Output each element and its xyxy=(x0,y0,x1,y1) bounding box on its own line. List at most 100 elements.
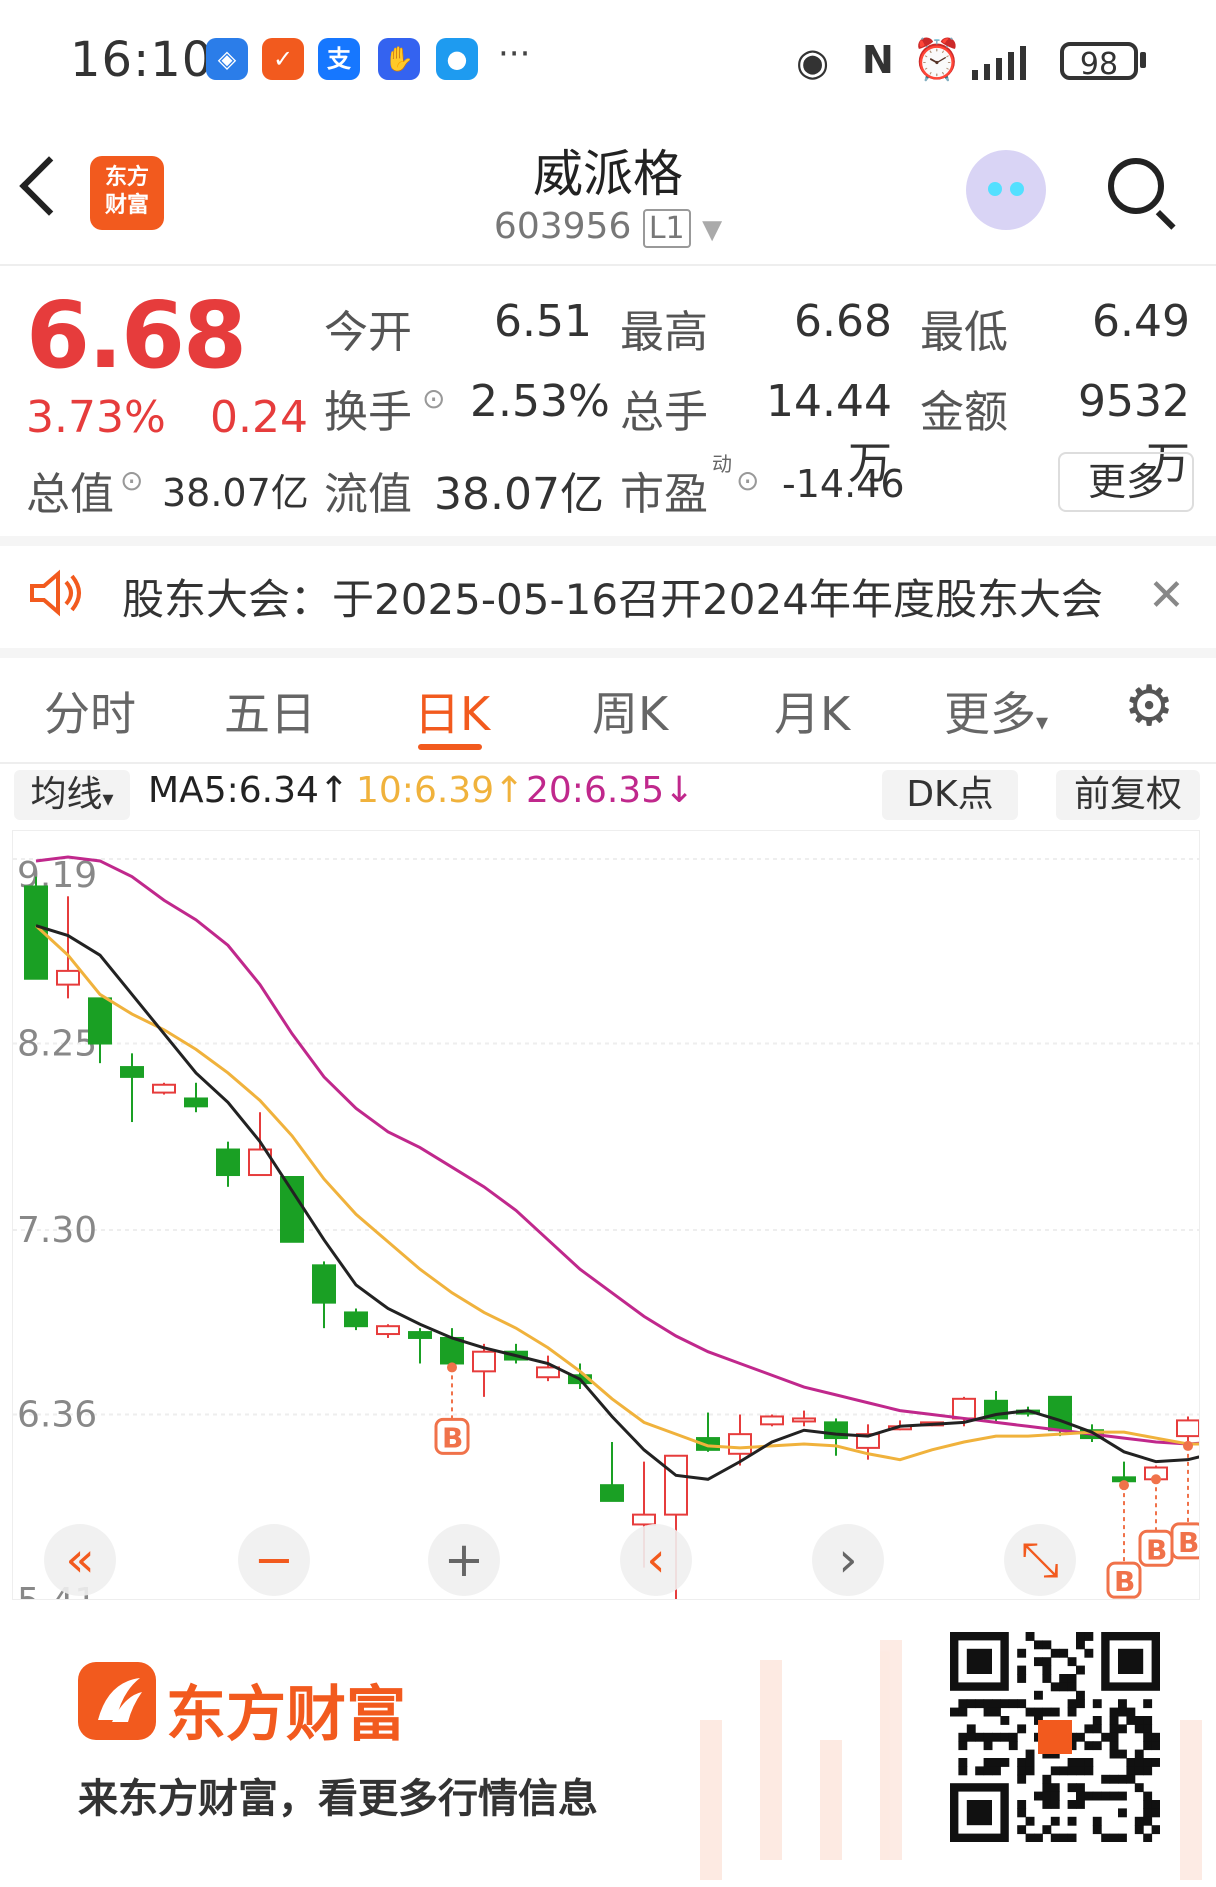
candle-body xyxy=(120,1066,144,1078)
ma10-line xyxy=(34,924,1199,1462)
scroll-left-button[interactable]: ‹ xyxy=(620,1524,692,1596)
candle-body xyxy=(88,997,112,1045)
info-icon[interactable]: ⊙ xyxy=(422,382,445,415)
candle-body xyxy=(1176,1419,1199,1438)
candle-body xyxy=(632,1513,656,1526)
candle-body xyxy=(344,1311,368,1328)
pe-dynamic-sup: 动 xyxy=(712,452,732,476)
tab-daily-k[interactable]: 日K xyxy=(414,678,490,744)
candle-body xyxy=(376,1325,400,1336)
candle-body xyxy=(280,1176,304,1243)
level-badge: L1 xyxy=(642,209,691,248)
high-value: 6.68 xyxy=(794,296,892,347)
candle-body xyxy=(728,1433,752,1455)
more-button[interactable]: 更多 xyxy=(1058,452,1194,512)
buy-signal-label: B xyxy=(1178,1526,1199,1559)
ma-select-label: 均线 xyxy=(30,774,103,815)
candle-body xyxy=(312,1264,336,1304)
float-value: 38.07亿 xyxy=(434,469,604,520)
candle-body xyxy=(216,1148,240,1177)
fullscreen-button[interactable]: ⤡ xyxy=(1004,1524,1076,1596)
signal-icon xyxy=(972,44,1042,84)
change-percent: 3.73% xyxy=(26,392,166,443)
active-tab-indicator xyxy=(418,744,482,750)
candle-body xyxy=(792,1417,816,1423)
buy-signal-label: B xyxy=(1114,1565,1135,1598)
tab-more[interactable]: 更多▾ xyxy=(944,678,1048,744)
change-amount: 0.24 xyxy=(210,392,308,443)
adjust-button[interactable]: 前复权 xyxy=(1056,770,1200,820)
candle-body xyxy=(408,1331,432,1339)
y-tick-label: 8.25 xyxy=(17,1024,97,1065)
tab-more-label: 更多 xyxy=(944,687,1036,741)
candle-body xyxy=(952,1397,976,1420)
current-price: 6.68 xyxy=(26,282,247,389)
volume-label: 总手 xyxy=(620,387,708,438)
notice-text[interactable]: 股东大会：于2025-05-16召开2024年年度股东大会 xyxy=(122,566,1103,627)
divider xyxy=(0,536,1216,546)
qr-code xyxy=(950,1632,1161,1843)
scroll-left-fast-button[interactable]: « xyxy=(44,1524,116,1596)
tab-intraday[interactable]: 分时 xyxy=(44,678,136,744)
speaker-icon xyxy=(28,568,88,622)
eastmoney-icon: ✓ xyxy=(262,38,304,80)
candle-body xyxy=(600,1484,624,1502)
buy-signal-label: B xyxy=(1146,1533,1167,1566)
high-label: 最高 xyxy=(620,307,708,358)
tab-weekly-k[interactable]: 周K xyxy=(592,678,668,744)
eastmoney-logo-icon xyxy=(78,1662,156,1740)
settings-gear-icon[interactable]: ⚙ xyxy=(1124,679,1174,735)
promo-brand: 东方财富 xyxy=(166,1680,406,1750)
close-icon[interactable]: ✕ xyxy=(1148,570,1185,621)
alipay-icon: 支 xyxy=(318,38,360,80)
open-value: 6.51 xyxy=(494,296,592,347)
y-tick-label: 6.36 xyxy=(17,1395,97,1436)
ma5-line xyxy=(35,924,1199,1481)
kline-svg[interactable]: 9.198.257.306.365.41BBBBS xyxy=(13,831,1200,1600)
chat-icon: ● xyxy=(436,38,478,80)
tab-five-day[interactable]: 五日 xyxy=(224,678,316,744)
candle-body xyxy=(472,1350,496,1373)
divider xyxy=(0,762,1216,764)
candle-body xyxy=(56,969,80,986)
low-value: 6.49 xyxy=(1092,296,1190,347)
nfc-icon: N xyxy=(862,38,894,82)
kline-chart[interactable]: 9.198.257.306.365.41BBBBS xyxy=(12,830,1200,1600)
info-icon[interactable]: ⊙ xyxy=(736,464,759,497)
mktcap-label: 总值 xyxy=(26,469,114,520)
turnover-value: 2.53% xyxy=(470,376,610,427)
pe-label: 市盈 xyxy=(620,469,708,520)
caret-down-icon: ▾ xyxy=(1036,708,1049,736)
battery-icon: 98 xyxy=(1060,42,1138,82)
assistant-robot-icon[interactable] xyxy=(966,150,1046,230)
candle-body xyxy=(664,1454,688,1516)
signal-dot xyxy=(1183,1440,1193,1451)
tab-monthly-k[interactable]: 月K xyxy=(774,678,850,744)
dk-point-button[interactable]: DK点 xyxy=(882,770,1018,820)
ma5-value: MA5:6.34↑ xyxy=(148,770,350,811)
status-time: 16:10 xyxy=(70,32,214,88)
search-icon[interactable] xyxy=(1108,158,1164,214)
zoom-out-button[interactable]: − xyxy=(238,1524,310,1596)
ma20-line xyxy=(35,855,1199,1446)
info-icon[interactable]: ⊙ xyxy=(120,464,143,497)
chevron-down-icon: ▼ xyxy=(702,215,723,245)
shield-icon: ◈ xyxy=(206,38,248,80)
amount-label: 金额 xyxy=(920,387,1008,438)
low-label: 最低 xyxy=(920,307,1008,358)
open-label: 今开 xyxy=(324,307,412,358)
turnover-label: 换手 xyxy=(324,387,412,438)
promo-tagline: 来东方财富，看更多行情信息 xyxy=(78,1776,598,1822)
scroll-right-button[interactable]: › xyxy=(812,1524,884,1596)
ma-select[interactable]: 均线▾ xyxy=(14,770,130,820)
pe-value: -14.46 xyxy=(782,462,905,506)
signal-dot xyxy=(1119,1480,1129,1491)
more-notifications-icon: ··· xyxy=(498,34,531,74)
stock-code: 603956 xyxy=(493,206,632,247)
zoom-in-button[interactable]: + xyxy=(428,1524,500,1596)
battery-cap xyxy=(1140,52,1146,68)
signal-dot xyxy=(447,1362,457,1373)
eye-icon: ◉ xyxy=(796,40,830,84)
candle-body xyxy=(184,1097,208,1108)
divider xyxy=(0,648,1216,658)
